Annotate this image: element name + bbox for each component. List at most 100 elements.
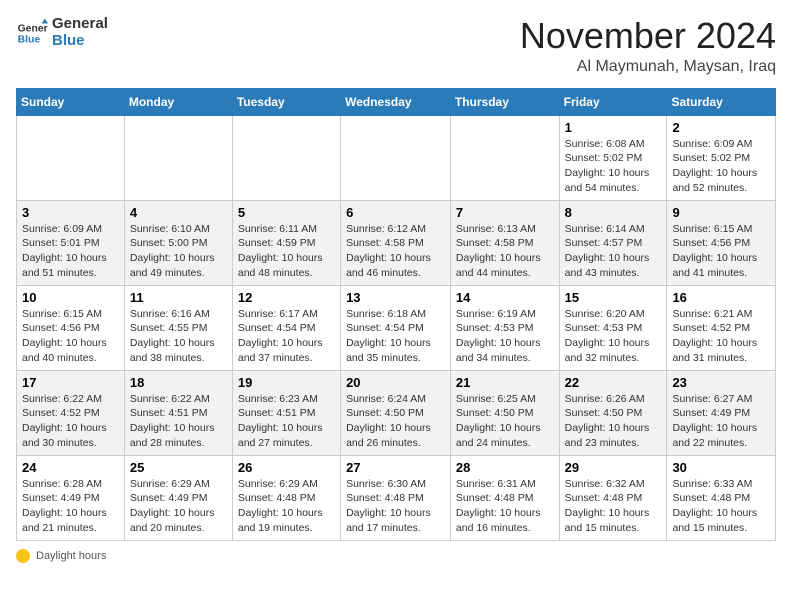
week-row-4: 24 Sunrise: 6:28 AM Sunset: 4:49 PM Dayli… [17, 455, 776, 540]
day-info: Sunrise: 6:28 AM Sunset: 4:49 PM Dayligh… [22, 477, 119, 536]
day-info: Sunrise: 6:15 AM Sunset: 4:56 PM Dayligh… [22, 307, 119, 366]
day-info: Sunrise: 6:09 AM Sunset: 5:01 PM Dayligh… [22, 222, 119, 281]
header-cell-sunday: Sunday [17, 88, 125, 115]
day-info: Sunrise: 6:32 AM Sunset: 4:48 PM Dayligh… [565, 477, 662, 536]
day-info: Sunrise: 6:26 AM Sunset: 4:50 PM Dayligh… [565, 392, 662, 451]
day-number: 27 [346, 460, 445, 475]
day-cell: 27 Sunrise: 6:30 AM Sunset: 4:48 PM Dayli… [341, 455, 451, 540]
day-info: Sunrise: 6:08 AM Sunset: 5:02 PM Dayligh… [565, 137, 662, 196]
day-info: Sunrise: 6:15 AM Sunset: 4:56 PM Dayligh… [672, 222, 770, 281]
day-info: Sunrise: 6:25 AM Sunset: 4:50 PM Dayligh… [456, 392, 554, 451]
day-number: 7 [456, 205, 554, 220]
day-number: 23 [672, 375, 770, 390]
day-number: 17 [22, 375, 119, 390]
logo-general: General [52, 16, 108, 33]
day-info: Sunrise: 6:12 AM Sunset: 4:58 PM Dayligh… [346, 222, 445, 281]
day-number: 21 [456, 375, 554, 390]
day-info: Sunrise: 6:14 AM Sunset: 4:57 PM Dayligh… [565, 222, 662, 281]
day-info: Sunrise: 6:30 AM Sunset: 4:48 PM Dayligh… [346, 477, 445, 536]
day-number: 26 [238, 460, 335, 475]
day-number: 2 [672, 120, 770, 135]
header: General Blue General Blue November 2024 … [16, 16, 776, 76]
week-row-1: 3Sunrise: 6:09 AM Sunset: 5:01 PM Daylig… [17, 200, 776, 285]
day-number: 15 [565, 290, 662, 305]
day-number: 20 [346, 375, 445, 390]
day-number: 12 [238, 290, 335, 305]
day-cell: 11 Sunrise: 6:16 AM Sunset: 4:55 PM Dayli… [124, 285, 232, 370]
day-cell: 20 Sunrise: 6:24 AM Sunset: 4:50 PM Dayli… [341, 370, 451, 455]
sun-icon [16, 549, 30, 563]
day-number: 16 [672, 290, 770, 305]
day-info: Sunrise: 6:31 AM Sunset: 4:48 PM Dayligh… [456, 477, 554, 536]
day-cell: 19 Sunrise: 6:23 AM Sunset: 4:51 PM Dayli… [232, 370, 340, 455]
day-cell: 13Sunrise: 6:18 AM Sunset: 4:54 PM Dayli… [341, 285, 451, 370]
day-cell: 15Sunrise: 6:20 AM Sunset: 4:53 PM Dayli… [559, 285, 667, 370]
footer: Daylight hours [16, 549, 776, 563]
day-cell: 7 Sunrise: 6:13 AM Sunset: 4:58 PM Daylig… [450, 200, 559, 285]
day-cell [450, 115, 559, 200]
day-number: 6 [346, 205, 445, 220]
day-number: 11 [130, 290, 227, 305]
header-cell-tuesday: Tuesday [232, 88, 340, 115]
day-number: 28 [456, 460, 554, 475]
day-cell: 9 Sunrise: 6:15 AM Sunset: 4:56 PM Daylig… [667, 200, 776, 285]
day-info: Sunrise: 6:17 AM Sunset: 4:54 PM Dayligh… [238, 307, 335, 366]
header-cell-wednesday: Wednesday [341, 88, 451, 115]
day-number: 18 [130, 375, 227, 390]
day-info: Sunrise: 6:29 AM Sunset: 4:48 PM Dayligh… [238, 477, 335, 536]
day-number: 5 [238, 205, 335, 220]
day-cell: 29 Sunrise: 6:32 AM Sunset: 4:48 PM Dayli… [559, 455, 667, 540]
day-cell: 24 Sunrise: 6:28 AM Sunset: 4:49 PM Dayli… [17, 455, 125, 540]
day-info: Sunrise: 6:21 AM Sunset: 4:52 PM Dayligh… [672, 307, 770, 366]
day-cell [17, 115, 125, 200]
day-number: 30 [672, 460, 770, 475]
day-number: 22 [565, 375, 662, 390]
day-number: 1 [565, 120, 662, 135]
day-info: Sunrise: 6:24 AM Sunset: 4:50 PM Dayligh… [346, 392, 445, 451]
logo: General Blue General Blue [16, 16, 108, 49]
day-info: Sunrise: 6:11 AM Sunset: 4:59 PM Dayligh… [238, 222, 335, 281]
day-info: Sunrise: 6:09 AM Sunset: 5:02 PM Dayligh… [672, 137, 770, 196]
svg-text:Blue: Blue [18, 34, 41, 45]
month-title: November 2024 [520, 16, 776, 56]
day-info: Sunrise: 6:33 AM Sunset: 4:48 PM Dayligh… [672, 477, 770, 536]
day-cell: 12 Sunrise: 6:17 AM Sunset: 4:54 PM Dayli… [232, 285, 340, 370]
day-cell: 18 Sunrise: 6:22 AM Sunset: 4:51 PM Dayli… [124, 370, 232, 455]
day-number: 19 [238, 375, 335, 390]
day-number: 14 [456, 290, 554, 305]
day-info: Sunrise: 6:22 AM Sunset: 4:51 PM Dayligh… [130, 392, 227, 451]
day-number: 9 [672, 205, 770, 220]
day-info: Sunrise: 6:22 AM Sunset: 4:52 PM Dayligh… [22, 392, 119, 451]
title-area: November 2024 Al Maymunah, Maysan, Iraq [520, 16, 776, 76]
day-cell: 2 Sunrise: 6:09 AM Sunset: 5:02 PM Daylig… [667, 115, 776, 200]
day-info: Sunrise: 6:23 AM Sunset: 4:51 PM Dayligh… [238, 392, 335, 451]
header-cell-saturday: Saturday [667, 88, 776, 115]
week-row-2: 10 Sunrise: 6:15 AM Sunset: 4:56 PM Dayli… [17, 285, 776, 370]
day-info: Sunrise: 6:29 AM Sunset: 4:49 PM Dayligh… [130, 477, 227, 536]
day-info: Sunrise: 6:27 AM Sunset: 4:49 PM Dayligh… [672, 392, 770, 451]
day-cell: 14Sunrise: 6:19 AM Sunset: 4:53 PM Dayli… [450, 285, 559, 370]
day-cell [124, 115, 232, 200]
week-row-3: 17 Sunrise: 6:22 AM Sunset: 4:52 PM Dayli… [17, 370, 776, 455]
day-cell: 16 Sunrise: 6:21 AM Sunset: 4:52 PM Dayli… [667, 285, 776, 370]
week-row-0: 1 Sunrise: 6:08 AM Sunset: 5:02 PM Daylig… [17, 115, 776, 200]
day-cell: 6 Sunrise: 6:12 AM Sunset: 4:58 PM Daylig… [341, 200, 451, 285]
day-number: 24 [22, 460, 119, 475]
day-info: Sunrise: 6:16 AM Sunset: 4:55 PM Dayligh… [130, 307, 227, 366]
day-cell: 30 Sunrise: 6:33 AM Sunset: 4:48 PM Dayli… [667, 455, 776, 540]
day-number: 8 [565, 205, 662, 220]
day-number: 4 [130, 205, 227, 220]
day-number: 25 [130, 460, 227, 475]
day-cell: 5 Sunrise: 6:11 AM Sunset: 4:59 PM Daylig… [232, 200, 340, 285]
day-cell: 17 Sunrise: 6:22 AM Sunset: 4:52 PM Dayli… [17, 370, 125, 455]
day-cell: 8 Sunrise: 6:14 AM Sunset: 4:57 PM Daylig… [559, 200, 667, 285]
logo-icon: General Blue [16, 17, 48, 49]
day-cell [341, 115, 451, 200]
header-cell-thursday: Thursday [450, 88, 559, 115]
day-number: 10 [22, 290, 119, 305]
day-info: Sunrise: 6:13 AM Sunset: 4:58 PM Dayligh… [456, 222, 554, 281]
day-cell: 10 Sunrise: 6:15 AM Sunset: 4:56 PM Dayli… [17, 285, 125, 370]
day-cell [232, 115, 340, 200]
day-number: 29 [565, 460, 662, 475]
day-info: Sunrise: 6:18 AM Sunset: 4:54 PM Dayligh… [346, 307, 445, 366]
